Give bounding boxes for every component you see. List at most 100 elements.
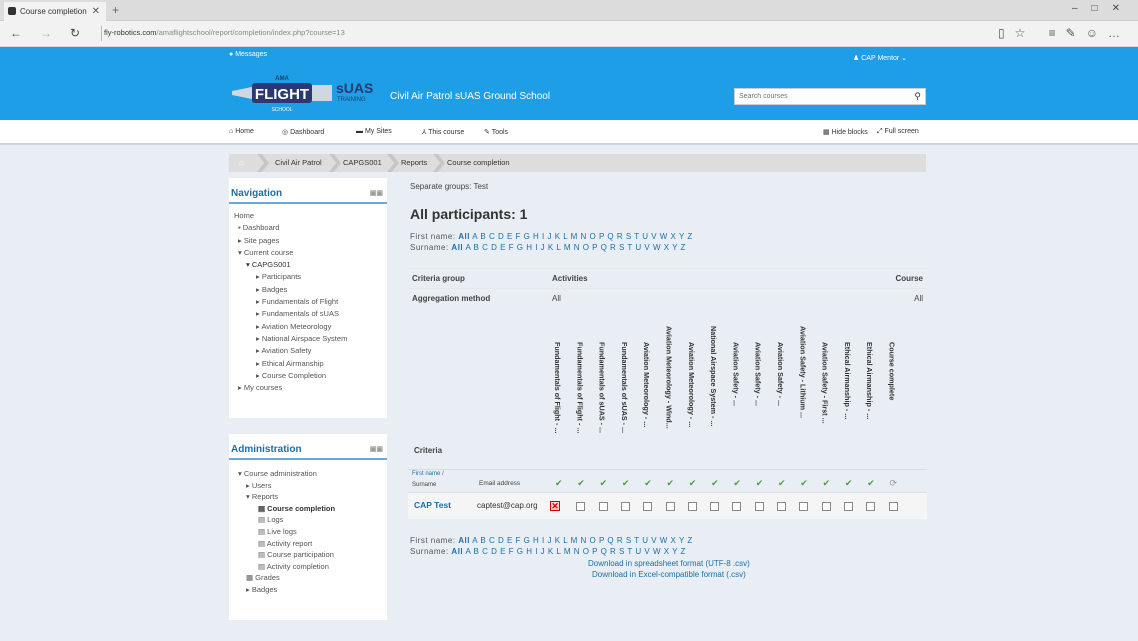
menu-this-course[interactable]: ⅄ This course [422,128,464,136]
email-header: Email address [479,480,521,487]
navigation-block: Navigation ▣▣ Home ▪ Dashboard ▸ Site pag… [229,178,387,418]
admin-item-course-participation[interactable]: ▤ Course participation [234,549,387,561]
admin-item-activity-completion[interactable]: ▤ Activity completion [234,561,387,573]
administration-block: Administration ▣▣ ▾ Course administration… [229,434,387,620]
nav-item-current-course[interactable]: ▾ Current course [234,247,387,259]
block-controls-icon[interactable]: ▣▣ [370,445,383,453]
completion-checkbox[interactable] [821,502,831,511]
completion-checkbox[interactable] [888,502,898,511]
svg-text:SCHOOL: SCHOOL [271,107,292,113]
nav-item-site-pages[interactable]: ▸ Site pages [234,235,387,247]
completion-checkbox[interactable] [710,502,720,511]
admin-item-grades[interactable]: ▦ Grades [234,572,387,584]
activity-completion-icon: ✔ [822,478,831,488]
admin-item-course-administration[interactable]: ▾ Course administration [234,468,387,480]
admin-item-course-completion[interactable]: ▤ Course completion [234,503,387,515]
criteria-column-header: Ethical Airmanship - ... [865,342,875,420]
nav-item-section[interactable]: ▸ Aviation Meteorology [234,321,387,333]
separate-groups[interactable]: Separate groups: Test [410,182,488,191]
completion-checkbox[interactable] [598,502,608,511]
close-tab-icon[interactable]: ✕ [92,2,100,21]
completion-checkbox[interactable] [643,502,653,511]
window-controls[interactable]: –□✕ [1072,3,1134,14]
completion-checkbox[interactable] [799,502,809,511]
menu-tools[interactable]: ✎ Tools [484,128,508,136]
new-tab-icon[interactable]: + [112,3,119,17]
surname-filter[interactable]: Surname: All A B C D E F G H I J K L M N… [410,243,686,252]
completion-checkbox[interactable] [620,502,630,511]
browser-tab[interactable]: Course completion ✕ [4,2,106,21]
url-field[interactable]: fly-robotics.com/amaflightschool/report/… [104,28,345,37]
nav-item-section[interactable]: ▸ Fundamentals of sUAS [234,308,387,320]
incomplete-icon: ✕ [550,501,560,511]
aggregation-activities: All [552,294,561,304]
custom-menu: ⌂ Home ◎ Dashboard ▬ My Sites ⅄ This cou… [0,120,1138,145]
site-name[interactable]: Civil Air Patrol sUAS Ground School [390,91,550,102]
firstname-filter[interactable]: First name: All A B C D E F G H I J K L … [410,232,693,241]
navigation-tree: Home ▪ Dashboard ▸ Site pages ▾ Current … [229,204,387,394]
activity-completion-icon: ✔ [599,478,608,488]
administration-tree: ▾ Course administration ▸ Users ▾ Report… [229,460,387,596]
nav-item-section[interactable]: ▸ Aviation Safety [234,345,387,357]
admin-item-badges[interactable]: ▸ Badges [234,584,387,596]
nav-item-badges[interactable]: ▸ Badges [234,284,387,296]
site-logo[interactable]: FLIGHT AMA SCHOOL sUAS TRAINING [232,71,380,115]
home-icon[interactable]: ⌂ [239,158,244,167]
hide-blocks-button[interactable]: ▦ Hide blocks [823,128,868,136]
nav-item-section[interactable]: ▸ National Airspace System [234,333,387,345]
browser-toolbar-icons[interactable]: ▯☆ ≡✎☺… [998,26,1130,40]
breadcrumb-item-current: Course completion [447,158,510,167]
admin-item-reports[interactable]: ▾ Reports [234,491,387,503]
full-screen-button[interactable]: ⤢ Full screen [877,128,919,136]
activity-completion-icon: ✔ [733,478,741,488]
refresh-icon[interactable]: ↻ [70,26,80,40]
completion-checkbox[interactable] [665,502,675,511]
participant-email: captest@cap.org [477,501,538,510]
completion-checkbox[interactable] [687,502,697,511]
messages-link[interactable]: ● Messages [229,51,267,58]
completion-checkbox[interactable] [866,502,876,511]
breadcrumb-separator [433,154,445,172]
completion-checkbox[interactable] [576,502,586,511]
download-spreadsheet-link[interactable]: Download in spreadsheet format (UTF-8 .c… [588,559,750,568]
name-sort[interactable]: First name / Surname [412,469,444,491]
nav-item-section[interactable]: ▸ Course Completion [234,370,387,382]
search-box[interactable]: ⚲ [734,88,926,105]
user-menu[interactable]: ♟ CAP Mentor ⌄ [853,54,907,62]
nav-item-participants[interactable]: ▸ Participants [234,271,387,283]
search-input[interactable] [735,89,905,104]
forward-icon[interactable]: → [40,26,52,40]
nav-item-home[interactable]: Home [234,210,387,222]
breadcrumb-item[interactable]: CAPGS001 [343,158,382,167]
completion-checkbox[interactable] [754,502,764,511]
nav-item-course[interactable]: ▾ CAPGS001 [234,259,387,271]
block-title: Navigation ▣▣ [229,178,387,204]
menu-my-sites[interactable]: ▬ My Sites [356,128,392,135]
download-excel-link[interactable]: Download in Excel-compatible format (.cs… [592,570,746,579]
breadcrumb-item[interactable]: Civil Air Patrol [275,158,322,167]
divider [101,26,102,41]
admin-item-live-logs[interactable]: ▤ Live logs [234,526,387,538]
block-controls-icon[interactable]: ▣▣ [370,189,383,197]
nav-item-my-courses[interactable]: ▸ My courses [234,382,387,394]
nav-item-section[interactable]: ▸ Fundamentals of Flight [234,296,387,308]
firstname-filter-bottom[interactable]: First name: All A B C D E F G H I J K L … [410,536,693,545]
surname-filter-bottom[interactable]: Surname: All A B C D E F G H I J K L M N… [410,547,686,556]
menu-dashboard[interactable]: ◎ Dashboard [282,128,324,136]
nav-item-dashboard[interactable]: ▪ Dashboard [234,222,387,234]
admin-item-logs[interactable]: ▤ Logs [234,514,387,526]
criteria-column-header: Aviation Safety - ... [776,342,785,407]
completion-checkbox[interactable] [732,502,742,511]
search-icon[interactable]: ⚲ [914,91,921,102]
completion-checkbox[interactable] [777,502,786,511]
admin-item-activity-report[interactable]: ▤ Activity report [234,538,387,550]
activity-completion-icon: ✔ [711,478,719,488]
menu-home[interactable]: ⌂ Home [229,128,254,135]
participant-name[interactable]: CAP Test [414,500,451,510]
completion-checkbox[interactable] [843,502,853,511]
admin-item-users[interactable]: ▸ Users [234,480,387,492]
back-icon[interactable]: ← [10,26,22,40]
criteria-column-header: Aviation Safety - Lithium ... [798,326,808,418]
nav-item-section[interactable]: ▸ Ethical Airmanship [234,358,387,370]
breadcrumb-item[interactable]: Reports [401,158,427,167]
